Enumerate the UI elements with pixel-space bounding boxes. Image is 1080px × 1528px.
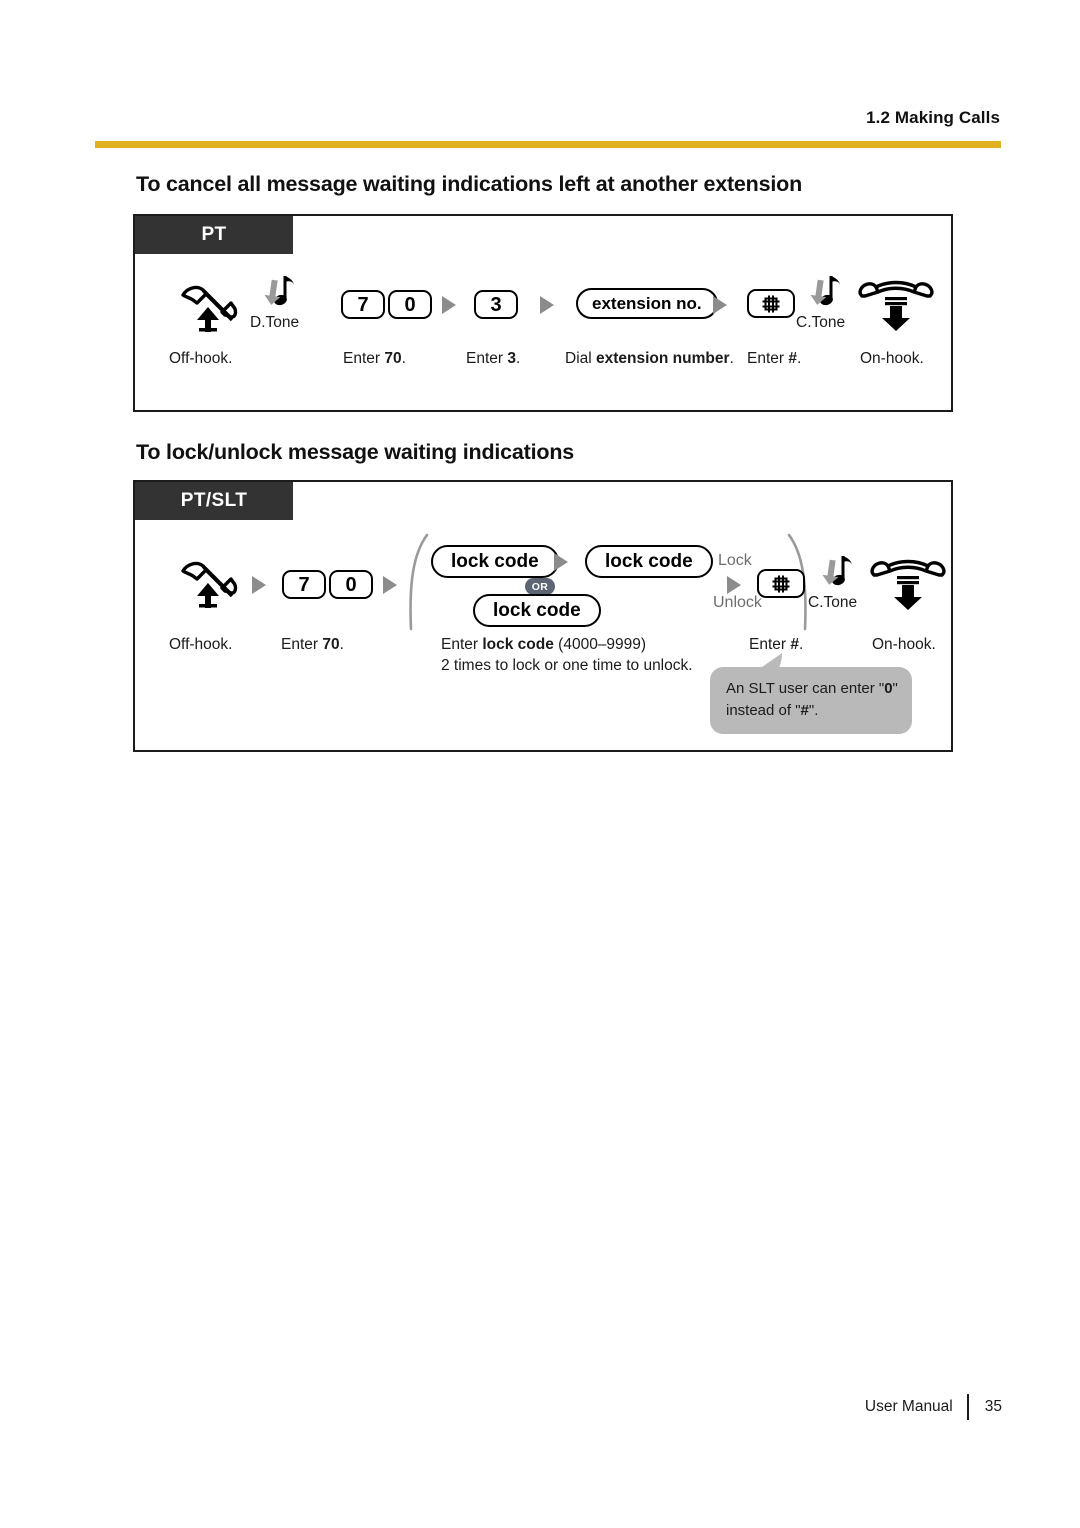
on-hook-handset-icon [855, 280, 937, 332]
step-label-enter-70: Enter 70. [281, 635, 344, 656]
step-label-on-hook: On-hook. [872, 636, 936, 653]
enter-70-prefix: Enter [343, 350, 385, 367]
enter-hash-value: # [790, 636, 799, 653]
lock-code-label-3[interactable]: lock code [473, 594, 601, 627]
lock-code-label-2[interactable]: lock code [585, 545, 713, 578]
confirmation-tone-icon [819, 552, 859, 596]
step-label-dial-extension: Dial extension number. [565, 349, 734, 370]
running-head: 1.2 Making Calls [866, 108, 1000, 127]
on-hook-handset-icon [867, 559, 949, 611]
dial-ext-prefix: Dial [565, 350, 597, 367]
arrow-triangle-icon [727, 576, 741, 594]
keypad-70[interactable]: 7 0 [341, 290, 432, 319]
lock-code-pill-1[interactable]: lock code [431, 545, 559, 578]
enter-70-suffix: . [339, 636, 344, 653]
slt-note-bubble: An SLT user can enter "0" instead of "#"… [710, 667, 912, 734]
enter-3-suffix: . [515, 350, 521, 367]
step-label-off-hook: Off-hook. [169, 636, 233, 653]
slt-note-line-1: An SLT user can enter "0" [726, 678, 898, 700]
step-label-off-hook: Off-hook. [169, 350, 233, 367]
off-hook-handset-icon [175, 554, 247, 610]
group-open-paren [405, 532, 431, 632]
or-badge: OR [525, 578, 555, 595]
off-hook-handset-icon [175, 278, 247, 334]
flow-diagram-lock-unlock: Off-hook. 7 0 Enter 70. lock code lock c… [135, 482, 951, 750]
hash-key-glyph [772, 575, 790, 592]
enter-hash-prefix: Enter [749, 636, 791, 653]
enter-hash-value: # [788, 350, 797, 367]
side-label-unlock: Unlock [713, 594, 762, 611]
step-label-enter-70: Enter 70. [343, 349, 406, 370]
enter-70-value: 70 [384, 350, 402, 367]
keypad-hash[interactable] [747, 289, 795, 318]
enter-3-value: 3 [507, 350, 516, 367]
lock-code-range: (4000–9999) [553, 636, 647, 653]
diagram-box-pt: PT Off-hook. D.Tone 7 0 Enter 70. 3 Ente… [133, 214, 953, 412]
footer-divider [966, 1394, 969, 1420]
arrow-triangle-icon [442, 296, 456, 314]
lock-code-value: lock code [482, 636, 554, 653]
footer-page-number: 35 [984, 1398, 1002, 1415]
keypad-3[interactable]: 3 [474, 290, 518, 319]
arrow-triangle-icon [554, 553, 568, 571]
slt-note-suffix-2: ". [808, 701, 819, 719]
enter-hash-suffix: . [796, 350, 802, 367]
step-label-enter-3: Enter 3. [466, 349, 520, 370]
keypad-70[interactable]: 7 0 [282, 570, 373, 599]
step-label-enter-lock-code: Enter lock code (4000–9999) 2 times to l… [441, 635, 693, 677]
slt-note-line-2: instead of "#". [726, 700, 898, 722]
flow-diagram-cancel-mwi: Off-hook. D.Tone 7 0 Enter 70. 3 Enter 3… [135, 216, 951, 410]
section-heading-1: To cancel all message waiting indication… [136, 172, 803, 196]
enter-70-suffix: . [401, 350, 406, 367]
lock-code-pill-2[interactable]: lock code [585, 545, 713, 578]
extension-no-label[interactable]: extension no. [576, 288, 718, 319]
enter-70-prefix: Enter [281, 636, 323, 653]
enter-hash-suffix: . [798, 636, 804, 653]
diagram-box-pt-slt: PT/SLT Off-hook. 7 0 Enter 70. lock code… [133, 480, 953, 752]
dial-ext-suffix: . [729, 350, 734, 367]
footer-manual-label: User Manual [864, 1398, 953, 1415]
key-7[interactable]: 7 [282, 570, 326, 599]
extension-no-field[interactable]: extension no. [576, 288, 718, 319]
key-0[interactable]: 0 [329, 570, 373, 599]
slt-note-prefix-2: instead of " [726, 701, 801, 719]
step-label-enter-hash: Enter #. [747, 349, 801, 370]
arrow-triangle-icon [540, 296, 554, 314]
enter-70-value: 70 [322, 636, 340, 653]
lock-code-label-1[interactable]: lock code [431, 545, 559, 578]
slt-note-prefix: An SLT user can enter " [726, 680, 885, 697]
key-0[interactable]: 0 [388, 290, 432, 319]
confirmation-tone-icon [807, 272, 847, 316]
step-label-on-hook: On-hook. [860, 350, 924, 367]
key-hash[interactable] [747, 289, 795, 318]
arrow-triangle-icon [252, 576, 266, 594]
key-hash[interactable] [757, 569, 805, 598]
key-3[interactable]: 3 [474, 290, 518, 319]
slt-note-quote: " [892, 680, 898, 697]
lock-code-line-2: 2 times to lock or one time to unlock. [441, 656, 693, 674]
lock-code-pill-3[interactable]: lock code [473, 594, 601, 627]
header-accent-rule [95, 141, 1001, 148]
section-heading-2: To lock/unlock message waiting indicatio… [136, 440, 575, 464]
arrow-triangle-icon [383, 576, 397, 594]
lock-code-prefix: Enter [441, 636, 483, 653]
slt-note-hash: # [800, 701, 809, 719]
confirmation-tone-label: C.Tone [808, 594, 858, 611]
slt-note-zero: 0 [884, 680, 893, 697]
dial-ext-value: extension number [596, 350, 730, 367]
hash-key-glyph [762, 295, 780, 312]
confirmation-tone-label: C.Tone [796, 314, 846, 331]
key-7[interactable]: 7 [341, 290, 385, 319]
dial-tone-label: D.Tone [250, 314, 300, 331]
enter-hash-prefix: Enter [747, 350, 789, 367]
slt-note-callout: An SLT user can enter "0" instead of "#"… [710, 653, 912, 734]
arrow-triangle-icon [713, 296, 727, 314]
enter-3-prefix: Enter [466, 350, 508, 367]
keypad-hash[interactable] [757, 569, 805, 598]
dial-tone-icon [261, 272, 301, 316]
lock-code-line-1: Enter lock code (4000–9999) [441, 635, 693, 656]
side-label-lock: Lock [718, 552, 752, 569]
page-footer: User Manual 35 [865, 1394, 1002, 1420]
